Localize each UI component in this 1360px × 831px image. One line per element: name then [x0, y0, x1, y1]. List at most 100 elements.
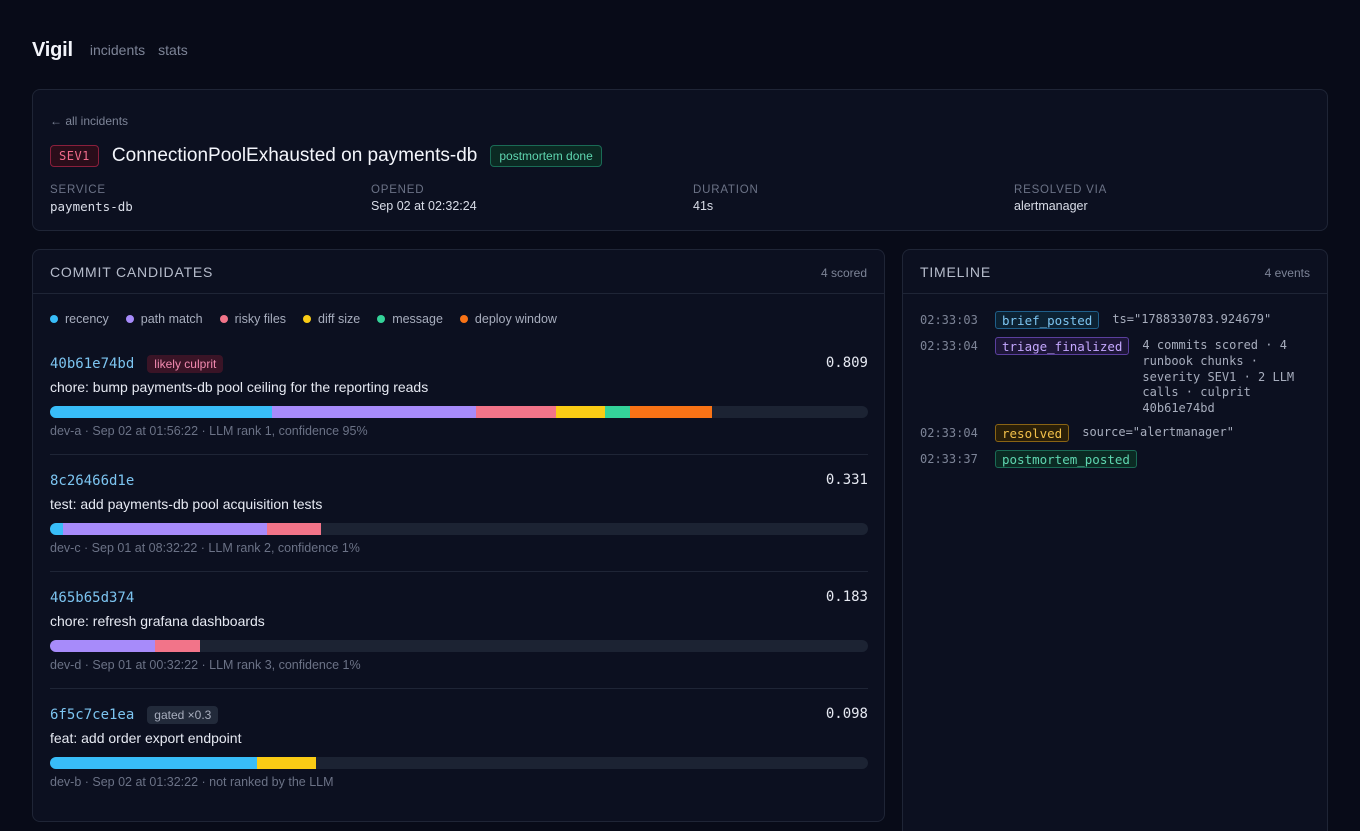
event-detail: 4 commits scored · 4 runbook chunks · se… [1142, 338, 1295, 416]
event-tag-resolved: resolved [995, 424, 1070, 442]
score-segment-diff-size [256, 757, 316, 769]
timeline-event: 02:33:04 resolved source="alertmanager" [920, 424, 1312, 442]
commit-row[interactable]: 40b61e74bd likely culprit 0.809 chore: bump… [50, 354, 868, 438]
commit-row[interactable]: 465b65d374 0.183 chore: refresh grafana da… [50, 588, 868, 672]
legend-dot-icon [50, 315, 58, 323]
legend-label: path match [140, 312, 203, 326]
commit-message: chore: refresh grafana dashboards [50, 613, 265, 629]
legend-dot-icon [459, 315, 468, 323]
score-bar [50, 757, 868, 769]
timeline-event: 02:33:03 brief_posted ts="1788330783.92467… [920, 311, 1312, 329]
commit-meta: dev-c · Sep 01 at 08:32:22 · LLM rank 2,… [50, 541, 360, 555]
score-segment-risky-files [154, 640, 200, 652]
panel-title: TIMELINE [920, 264, 991, 280]
score-bar [50, 523, 868, 535]
commit-message: chore: bump payments-db pool ceiling for… [50, 379, 429, 395]
legend-label: recency [65, 312, 109, 326]
commit-header: 8c26466d1e 0.331 [50, 471, 868, 491]
commit-sha[interactable]: 40b61e74bd [50, 356, 134, 372]
score-segment-recency [50, 523, 64, 535]
score-segment-path-match [50, 640, 155, 652]
legend-item-deploy-window: deploy window [459, 312, 557, 326]
commit-score: 0.098 [825, 706, 868, 722]
nav-link-incidents[interactable]: incidents [90, 42, 145, 58]
commit-message: test: add payments-db pool acquisition t… [50, 496, 323, 512]
meta-label: DURATION [693, 184, 759, 196]
severity-badge: SEV1 [50, 145, 99, 167]
meta-label: RESOLVED VIA [1014, 184, 1108, 196]
legend-item-path-match: path match [125, 312, 203, 326]
incident-header-panel: ← all incidents SEV1 ConnectionPoolExhau… [32, 89, 1328, 231]
status-badge: postmortem done [490, 145, 602, 167]
row-divider [50, 688, 868, 689]
legend-item-message: message [377, 312, 443, 326]
commit-sha[interactable]: 6f5c7ce1ea [50, 707, 134, 723]
commit-header: 465b65d374 0.183 [50, 588, 868, 608]
timeline-panel: TIMELINE 4 events 02:33:03 brief_posted ts… [902, 249, 1328, 831]
legend-dot-icon [219, 315, 228, 323]
gated-badge: gated ×0.3 [147, 706, 219, 724]
score-segment-path-match [63, 523, 267, 535]
score-legend: recency path match risky files diff size mes… [50, 312, 574, 326]
legend-dot-icon [125, 315, 134, 323]
commit-row[interactable]: 8c26466d1e 0.331 test: add payments-db poo… [50, 471, 868, 555]
timeline-event: 02:33:37 postmortem_posted [920, 450, 1312, 468]
event-tag-brief-posted: brief_posted [995, 311, 1100, 329]
nav-link-stats[interactable]: stats [158, 42, 188, 58]
timeline-event: 02:33:04 triage_finalized 4 commits scored… [920, 337, 1312, 417]
commit-score: 0.809 [825, 355, 868, 371]
timeline-header: TIMELINE 4 events [903, 250, 1327, 294]
commit-score: 0.331 [825, 472, 868, 488]
meta-value: alertmanager [1014, 199, 1088, 213]
meta-value: Sep 02 at 02:32:24 [371, 199, 477, 213]
legend-label: deploy window [474, 312, 557, 326]
row-divider [50, 571, 868, 572]
incident-title: ConnectionPoolExhausted on payments-db [111, 145, 478, 166]
score-segment-recency [50, 757, 257, 769]
meta-duration: DURATION 41s [693, 184, 759, 213]
brand-logo[interactable]: Vigil [32, 39, 73, 62]
meta-value: 41s [693, 199, 714, 213]
commit-meta: dev-a · Sep 02 at 01:56:22 · LLM rank 1,… [50, 424, 368, 438]
back-to-incidents-link[interactable]: ← all incidents [50, 114, 128, 128]
legend-item-diff-size: diff size [303, 312, 360, 326]
commit-candidates-header: COMMIT CANDIDATES 4 scored [33, 250, 884, 294]
score-segment-message [605, 406, 630, 418]
commit-meta: dev-d · Sep 01 at 00:32:22 · LLM rank 3,… [50, 658, 361, 672]
commit-sha[interactable]: 465b65d374 [50, 590, 134, 606]
score-bar [50, 406, 868, 418]
top-nav: Vigil incidents stats [32, 36, 201, 64]
event-detail: source="alertmanager" [1082, 425, 1234, 439]
event-tag-triage-finalized: triage_finalized [995, 337, 1130, 355]
event-detail: ts="1788330783.924679" [1112, 312, 1272, 326]
legend-dot-icon [303, 315, 312, 323]
event-tag-postmortem-posted: postmortem_posted [995, 450, 1137, 468]
score-segment-path-match [272, 406, 477, 418]
legend-label: message [392, 312, 443, 326]
commit-header: 6f5c7ce1ea gated ×0.3 0.098 [50, 705, 868, 725]
commit-candidates-panel: COMMIT CANDIDATES 4 scored recency path m… [32, 249, 885, 822]
commit-row[interactable]: 6f5c7ce1ea gated ×0.3 0.098 feat: add order… [50, 705, 868, 789]
meta-resolved-via: RESOLVED VIA alertmanager [1014, 184, 1107, 213]
commit-header: 40b61e74bd likely culprit 0.809 [50, 354, 868, 374]
event-time: 02:33:37 [920, 452, 978, 466]
meta-value: payments-db [50, 199, 133, 214]
panel-title: COMMIT CANDIDATES [50, 264, 214, 280]
events-count: 4 events [1264, 266, 1310, 280]
score-segment-diff-size [555, 406, 606, 418]
commit-sha[interactable]: 8c26466d1e [50, 473, 134, 489]
score-bar [50, 640, 868, 652]
incident-title-row: SEV1 ConnectionPoolExhausted on payments… [50, 144, 602, 168]
legend-item-recency: recency [50, 312, 109, 326]
meta-service: SERVICE payments-db [50, 184, 133, 214]
row-divider [50, 454, 868, 455]
commit-meta: dev-b · Sep 02 at 01:32:22 · not ranked … [50, 775, 334, 789]
meta-opened: OPENED Sep 02 at 02:32:24 [371, 184, 477, 213]
meta-label: OPENED [371, 184, 425, 196]
meta-label: SERVICE [50, 184, 106, 196]
event-time: 02:33:03 [920, 313, 978, 327]
score-segment-risky-files [476, 406, 556, 418]
legend-label: diff size [318, 312, 361, 326]
legend-item-risky-files: risky files [219, 312, 286, 326]
commit-score: 0.183 [825, 589, 868, 605]
